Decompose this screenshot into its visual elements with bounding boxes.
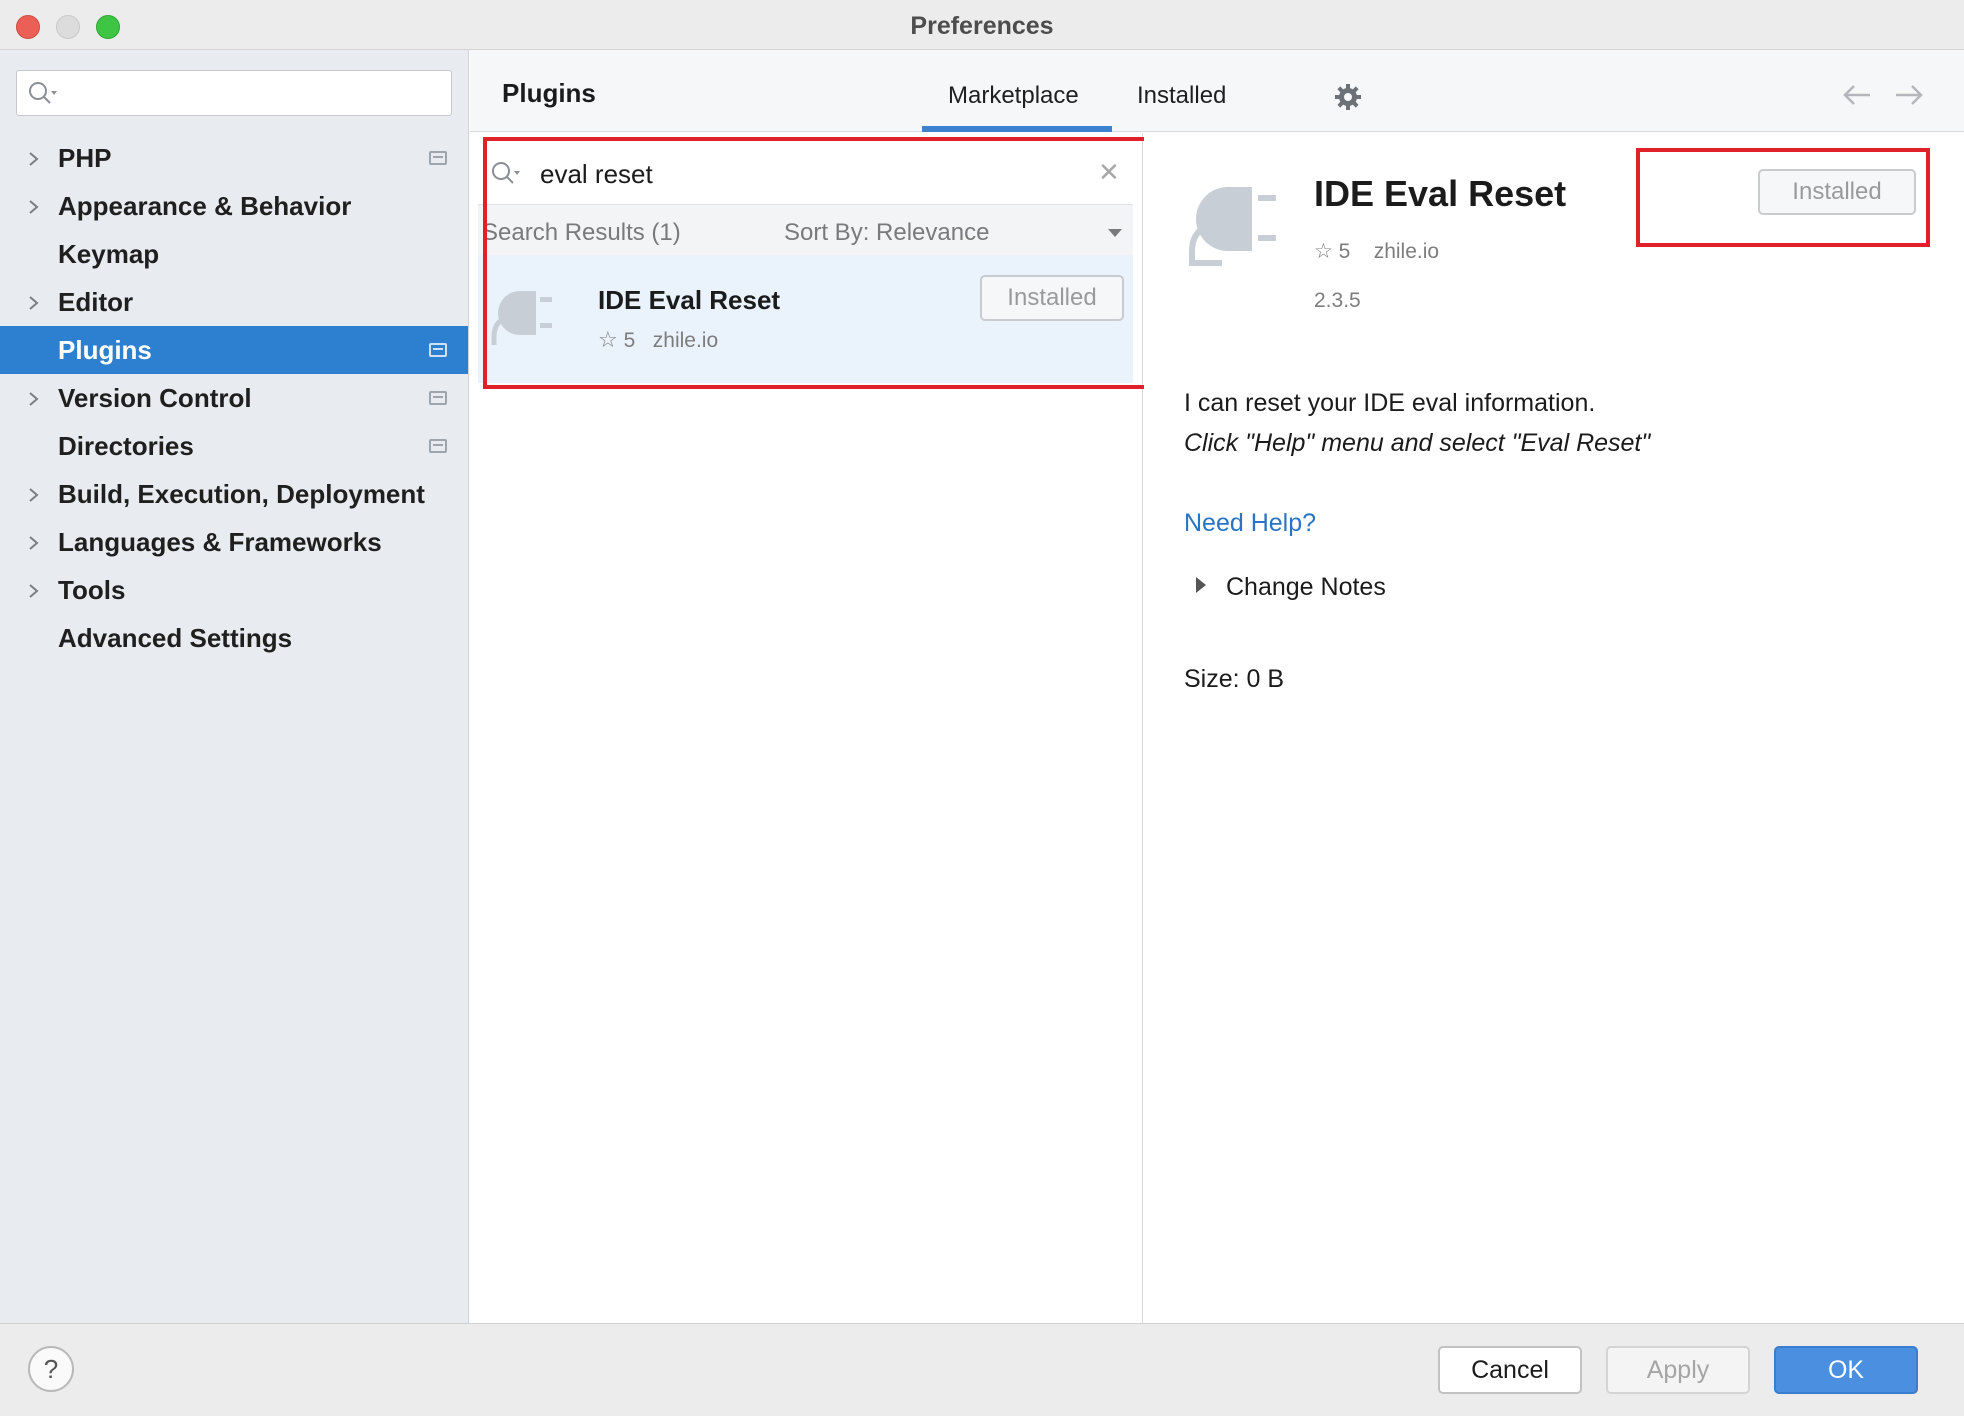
sidebar-item-label: Editor	[58, 287, 134, 317]
sidebar-item-label: Version Control	[58, 383, 252, 413]
chevron-right-icon[interactable]	[28, 488, 40, 502]
settings-sidebar: PHP Appearance & Behavior Keymap Editor …	[0, 50, 469, 1323]
project-settings-icon	[429, 391, 447, 405]
dialog-footer: ? Cancel Apply OK	[0, 1323, 1964, 1416]
sidebar-item-label: PHP	[58, 143, 112, 173]
window-title: Preferences	[910, 12, 1054, 40]
need-help-link[interactable]: Need Help?	[1184, 509, 1316, 538]
sidebar-item-languages-frameworks[interactable]: Languages & Frameworks	[0, 518, 468, 566]
cancel-button[interactable]: Cancel	[1438, 1346, 1582, 1394]
sidebar-item-keymap[interactable]: Keymap	[0, 230, 468, 278]
plugin-size: Size: 0 B	[1184, 665, 1285, 693]
star-icon: ☆	[1314, 240, 1333, 263]
sidebar-item-label: Plugins	[58, 335, 152, 365]
sidebar-item-tools[interactable]: Tools	[0, 566, 468, 614]
chevron-right-icon[interactable]	[28, 392, 40, 406]
arrow-left-icon[interactable]	[1842, 82, 1872, 108]
project-settings-icon	[429, 343, 447, 357]
plugin-detail-rating: 5	[1338, 240, 1351, 263]
highlight-box	[483, 137, 1148, 389]
change-notes-toggle[interactable]: Change Notes	[1184, 573, 1386, 602]
sidebar-item-php[interactable]: PHP	[0, 134, 468, 182]
plugin-detail-name: IDE Eval Reset	[1314, 173, 1567, 214]
sidebar-item-version-control[interactable]: Version Control	[0, 374, 468, 422]
sidebar-item-editor[interactable]: Editor	[0, 278, 468, 326]
sidebar-item-label: Directories	[58, 431, 194, 461]
settings-search-input[interactable]	[16, 70, 452, 116]
chevron-right-icon[interactable]	[28, 584, 40, 598]
plugin-description: I can reset your IDE eval information.	[1184, 389, 1596, 417]
sidebar-item-appearance-behavior[interactable]: Appearance & Behavior	[0, 182, 468, 230]
chevron-right-icon[interactable]	[28, 536, 40, 550]
project-settings-icon	[429, 151, 447, 165]
settings-tree: PHP Appearance & Behavior Keymap Editor …	[0, 134, 468, 662]
sidebar-item-label: Languages & Frameworks	[58, 527, 382, 557]
plugin-detail-vendor: zhile.io	[1373, 240, 1440, 263]
page-title: Plugins	[502, 78, 596, 108]
search-icon	[29, 82, 57, 104]
plugins-header: Plugins Marketplace Installed	[470, 50, 1964, 132]
chevron-right-icon[interactable]	[28, 296, 40, 310]
highlight-box	[1636, 148, 1930, 247]
plugin-plug-icon	[1189, 187, 1276, 266]
sidebar-item-label: Keymap	[58, 239, 160, 269]
sidebar-item-build-execution-deployment[interactable]: Build, Execution, Deployment	[0, 470, 468, 518]
sidebar-item-directories[interactable]: Directories	[0, 422, 468, 470]
active-tab-indicator	[922, 126, 1112, 132]
plugin-detail-meta: ☆ 5 zhile.io	[1314, 239, 1439, 264]
plugin-description-hint: Click "Help" menu and select "Eval Reset…	[1184, 429, 1651, 457]
ok-button[interactable]: OK	[1774, 1346, 1918, 1394]
plugin-detail-pane: IDE Eval Reset ☆ 5 zhile.io 2.3.5 Instal…	[1144, 133, 1964, 1323]
title-bar: Preferences	[0, 0, 1964, 50]
sidebar-item-label: Appearance & Behavior	[58, 191, 352, 221]
chevron-right-icon[interactable]	[28, 152, 40, 166]
disclosure-triangle-icon[interactable]	[1196, 577, 1206, 593]
sidebar-item-advanced-settings[interactable]: Advanced Settings	[0, 614, 468, 662]
change-notes-label: Change Notes	[1226, 573, 1386, 601]
help-button[interactable]: ?	[28, 1346, 74, 1392]
tab-installed[interactable]: Installed	[1137, 82, 1226, 132]
sidebar-item-plugins[interactable]: Plugins	[0, 326, 468, 374]
sidebar-item-label: Build, Execution, Deployment	[58, 479, 425, 509]
sidebar-item-label: Tools	[58, 575, 126, 605]
arrow-right-icon[interactable]	[1894, 82, 1924, 108]
plugin-detail-version: 2.3.5	[1314, 289, 1361, 312]
apply-button[interactable]: Apply	[1606, 1346, 1750, 1394]
chevron-right-icon[interactable]	[28, 200, 40, 214]
tab-marketplace[interactable]: Marketplace	[948, 82, 1079, 132]
gear-icon[interactable]	[1333, 82, 1363, 112]
project-settings-icon	[429, 439, 447, 453]
sidebar-item-label: Advanced Settings	[58, 623, 293, 653]
